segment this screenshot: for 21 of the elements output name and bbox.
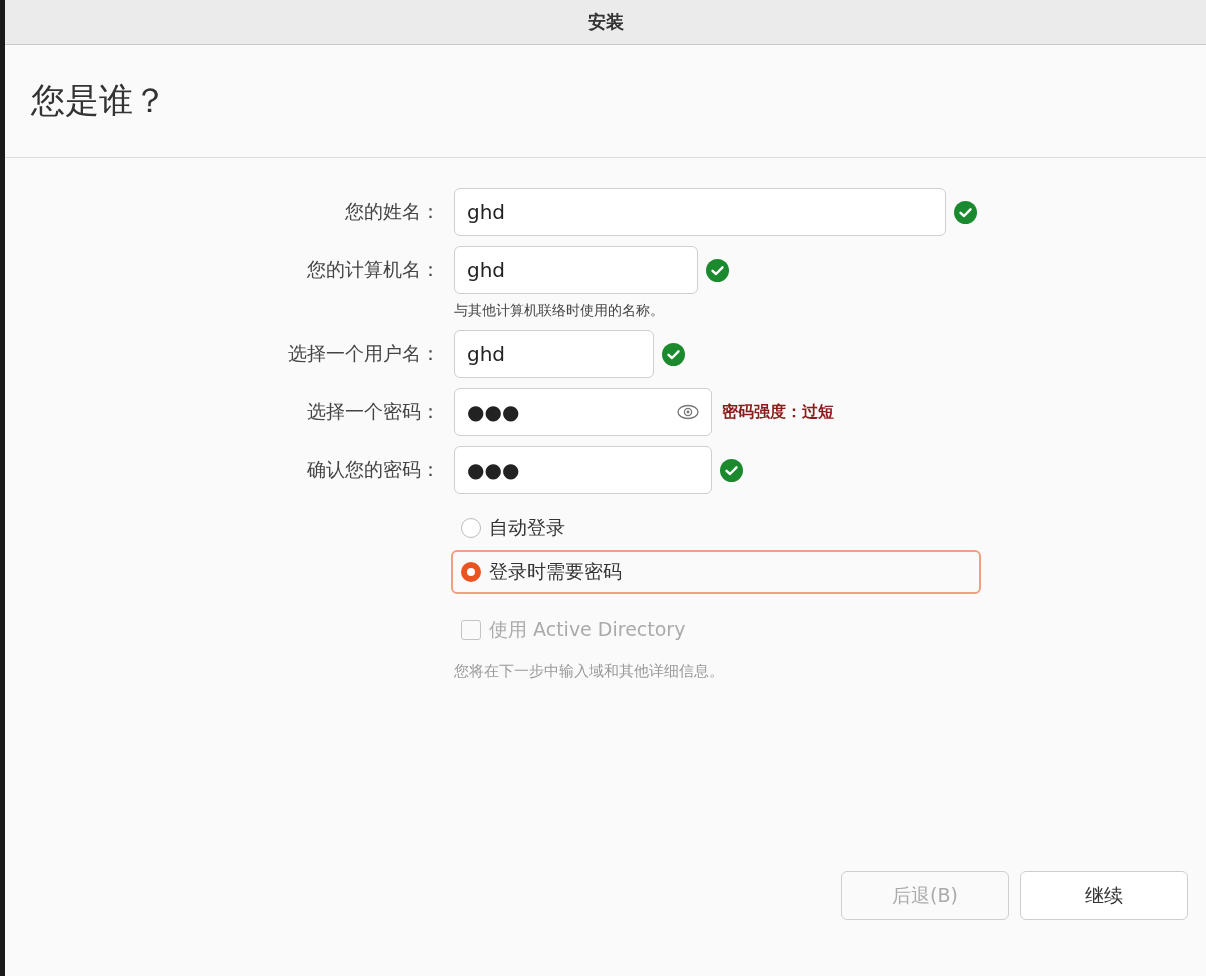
input-field[interactable]: ghd — [454, 188, 946, 236]
radio-icon[interactable] — [461, 562, 481, 582]
page-heading: 您是谁？ — [31, 79, 167, 122]
radio-option[interactable]: 自动登录 — [451, 506, 981, 550]
input-field[interactable]: ghd — [454, 330, 654, 378]
input-field[interactable]: ●●● — [454, 388, 712, 436]
field-label: 确认您的密码： — [307, 458, 440, 480]
field-label: 您的姓名： — [345, 200, 440, 222]
input-field[interactable]: ●●● — [454, 446, 712, 494]
window-title: 安装 — [587, 10, 624, 34]
info-text: 您将在下一步中输入域和其他详细信息。 — [454, 662, 724, 681]
field-label: 选择一个密码： — [307, 400, 440, 422]
radio-icon[interactable] — [461, 518, 481, 538]
field-hint: 与其他计算机联络时使用的名称。 — [454, 302, 664, 318]
field-label: 您的计算机名： — [307, 258, 440, 280]
nav-button[interactable]: 继续 — [1020, 871, 1188, 920]
eye-icon[interactable] — [677, 404, 699, 420]
radio-option[interactable]: 登录时需要密码 — [451, 550, 981, 594]
input-field[interactable]: ghd — [454, 246, 698, 294]
password-strength-text: 密码强度：过短 — [722, 401, 834, 423]
field-label: 选择一个用户名： — [288, 342, 440, 364]
